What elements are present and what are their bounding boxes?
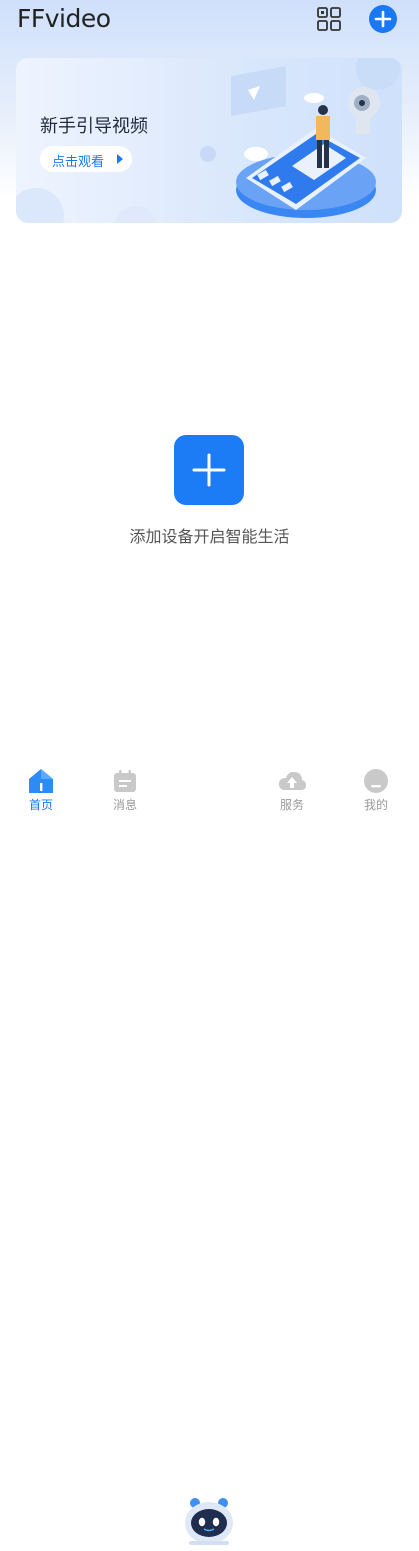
app-title: FFvideo [17,4,111,33]
add-device-button[interactable] [369,5,397,33]
plus-icon [374,10,392,28]
bottom-tab-bar: 首页 消息 服务 我的 [0,750,419,1545]
home-icon [29,769,53,793]
tab-profile[interactable]: 我的 [346,750,406,823]
empty-state-text: 添加设备开启智能生活 [129,527,290,546]
banner-title: 新手引导视频 [40,116,148,137]
grid-icon [317,7,341,31]
guide-video-banner[interactable]: 新手引导视频 点击观看 [16,58,402,223]
tab-services[interactable]: 服务 [262,750,322,823]
tab-messages[interactable]: 消息 [95,750,155,823]
tab-services-label: 服务 [279,798,304,812]
watch-now-button[interactable]: 点击观看 [40,146,132,172]
profile-icon [364,769,388,793]
add-device-large-button[interactable] [174,435,244,505]
tab-home-label: 首页 [28,798,53,812]
message-icon [114,770,136,792]
tab-messages-label: 消息 [112,798,137,812]
robot-assistant-icon [185,1498,233,1545]
device-grid-button[interactable] [316,6,342,32]
watch-now-label: 点击观看 [52,155,105,170]
smart-home-illustration [231,66,380,218]
cloud-upload-icon [279,771,306,790]
play-arrow-icon [117,154,123,164]
top-header: FFvideo [0,0,419,40]
plus-icon [192,453,226,487]
tab-profile-label: 我的 [363,798,388,812]
robot-assistant-button[interactable] [181,1495,237,1547]
tab-home[interactable]: 首页 [11,750,71,823]
